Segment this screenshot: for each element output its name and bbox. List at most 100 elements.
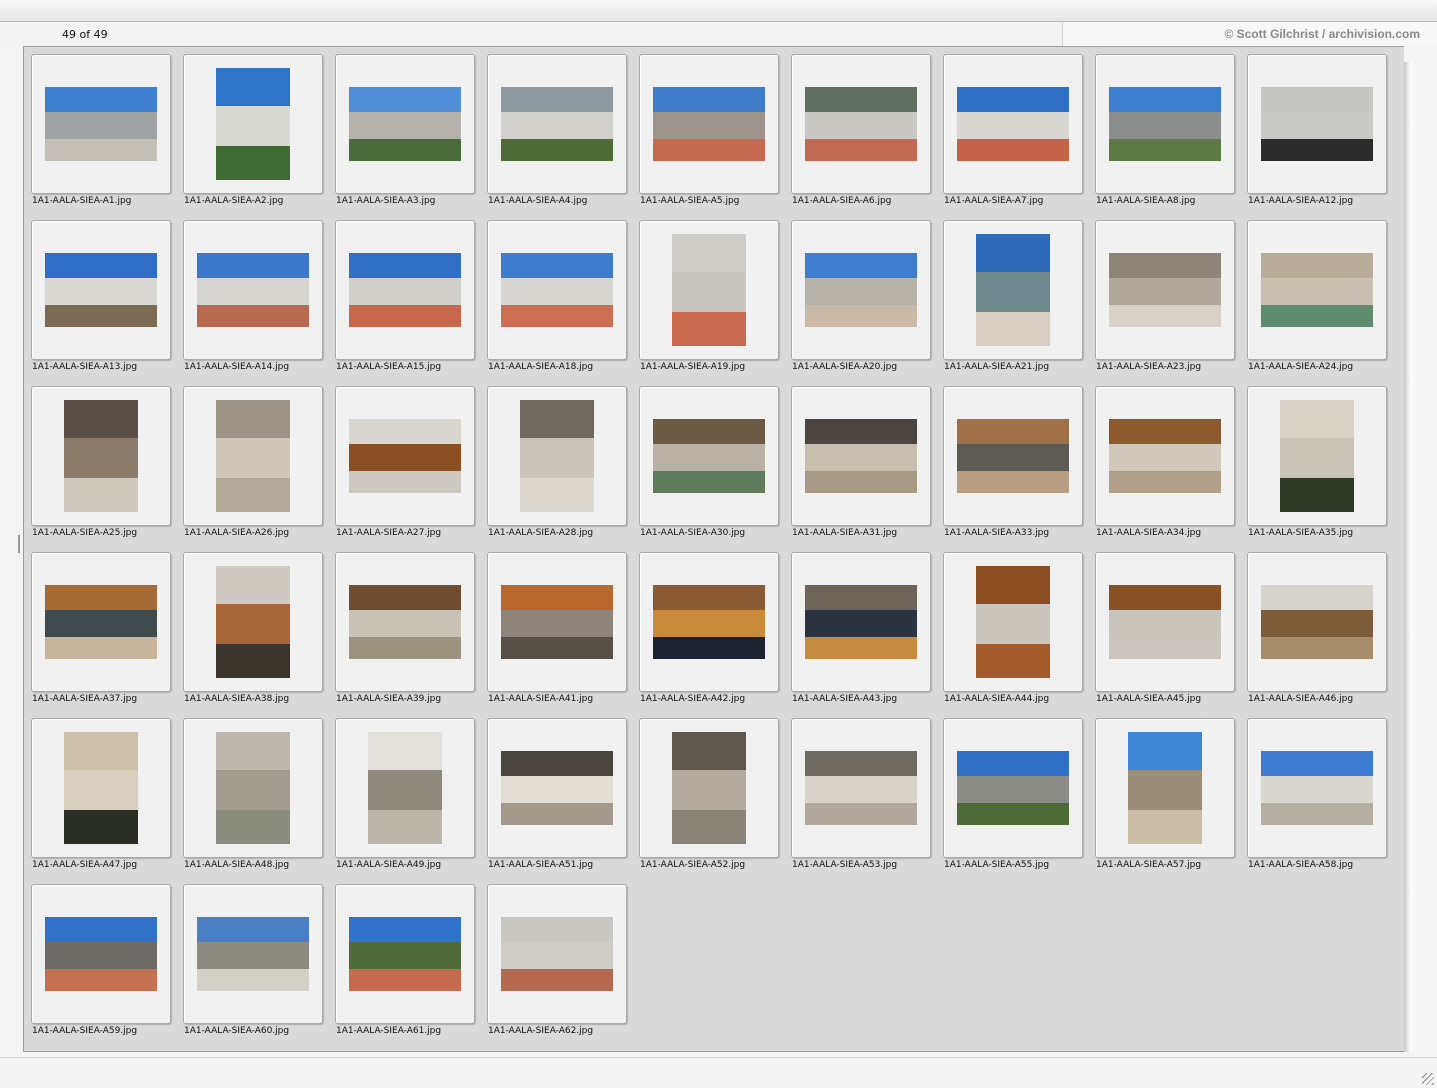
- slide-frame[interactable]: [1095, 386, 1235, 526]
- thumbnail-image[interactable]: [1109, 87, 1221, 161]
- thumbnail-item[interactable]: 1A1-AALA-SIEA-A19.jpg: [639, 220, 779, 380]
- slide-frame[interactable]: [943, 386, 1083, 526]
- slide-frame[interactable]: [487, 552, 627, 692]
- thumbnail-item[interactable]: 1A1-AALA-SIEA-A47.jpg: [31, 718, 171, 878]
- thumbnail-image[interactable]: [1109, 253, 1221, 327]
- thumbnail-image[interactable]: [672, 234, 746, 346]
- slide-frame[interactable]: [487, 386, 627, 526]
- slide-frame[interactable]: [639, 220, 779, 360]
- thumbnail-image[interactable]: [349, 419, 461, 493]
- slide-frame[interactable]: [1247, 552, 1387, 692]
- thumbnail-item[interactable]: 1A1-AALA-SIEA-A7.jpg: [943, 54, 1083, 214]
- thumbnail-image[interactable]: [45, 585, 157, 659]
- thumbnail-item[interactable]: 1A1-AALA-SIEA-A1.jpg: [31, 54, 171, 214]
- thumbnail-image[interactable]: [976, 566, 1050, 678]
- slide-frame[interactable]: [943, 54, 1083, 194]
- thumbnail-item[interactable]: 1A1-AALA-SIEA-A55.jpg: [943, 718, 1083, 878]
- slide-frame[interactable]: [943, 718, 1083, 858]
- thumbnail-item[interactable]: 1A1-AALA-SIEA-A59.jpg: [31, 884, 171, 1044]
- thumbnail-image[interactable]: [1109, 419, 1221, 493]
- slide-frame[interactable]: [639, 386, 779, 526]
- slide-frame[interactable]: [335, 386, 475, 526]
- thumbnail-item[interactable]: 1A1-AALA-SIEA-A31.jpg: [791, 386, 931, 546]
- slide-frame[interactable]: [1095, 718, 1235, 858]
- thumbnail-image[interactable]: [1128, 732, 1202, 844]
- thumbnail-item[interactable]: 1A1-AALA-SIEA-A2.jpg: [183, 54, 323, 214]
- thumbnail-image[interactable]: [501, 751, 613, 825]
- slide-frame[interactable]: [183, 718, 323, 858]
- thumbnail-item[interactable]: 1A1-AALA-SIEA-A42.jpg: [639, 552, 779, 712]
- thumbnail-item[interactable]: 1A1-AALA-SIEA-A35.jpg: [1247, 386, 1387, 546]
- thumbnail-image[interactable]: [1280, 400, 1354, 512]
- thumbnail-image[interactable]: [64, 400, 138, 512]
- slide-frame[interactable]: [1247, 386, 1387, 526]
- thumbnail-item[interactable]: 1A1-AALA-SIEA-A21.jpg: [943, 220, 1083, 380]
- thumbnail-image[interactable]: [653, 585, 765, 659]
- thumbnail-image[interactable]: [216, 68, 290, 180]
- thumbnail-image[interactable]: [805, 751, 917, 825]
- slide-frame[interactable]: [1095, 54, 1235, 194]
- thumbnail-item[interactable]: 1A1-AALA-SIEA-A20.jpg: [791, 220, 931, 380]
- thumbnail-image[interactable]: [653, 419, 765, 493]
- thumbnail-image[interactable]: [805, 253, 917, 327]
- slide-frame[interactable]: [183, 884, 323, 1024]
- thumbnail-item[interactable]: 1A1-AALA-SIEA-A46.jpg: [1247, 552, 1387, 712]
- slide-frame[interactable]: [791, 220, 931, 360]
- slide-frame[interactable]: [183, 386, 323, 526]
- thumbnail-item[interactable]: 1A1-AALA-SIEA-A30.jpg: [639, 386, 779, 546]
- thumbnail-image[interactable]: [197, 917, 309, 991]
- thumbnail-item[interactable]: 1A1-AALA-SIEA-A26.jpg: [183, 386, 323, 546]
- thumbnail-image[interactable]: [957, 87, 1069, 161]
- thumbnail-image[interactable]: [957, 751, 1069, 825]
- thumbnail-item[interactable]: 1A1-AALA-SIEA-A58.jpg: [1247, 718, 1387, 878]
- thumbnail-image[interactable]: [520, 400, 594, 512]
- thumbnail-item[interactable]: 1A1-AALA-SIEA-A4.jpg: [487, 54, 627, 214]
- thumbnail-image[interactable]: [216, 400, 290, 512]
- thumbnail-image[interactable]: [501, 917, 613, 991]
- thumbnail-item[interactable]: 1A1-AALA-SIEA-A34.jpg: [1095, 386, 1235, 546]
- thumbnail-item[interactable]: 1A1-AALA-SIEA-A28.jpg: [487, 386, 627, 546]
- thumbnail-image[interactable]: [957, 419, 1069, 493]
- thumbnail-image[interactable]: [501, 585, 613, 659]
- slide-frame[interactable]: [487, 884, 627, 1024]
- thumbnail-item[interactable]: 1A1-AALA-SIEA-A24.jpg: [1247, 220, 1387, 380]
- slide-frame[interactable]: [335, 884, 475, 1024]
- resize-grip-icon[interactable]: [1422, 1073, 1434, 1085]
- slide-frame[interactable]: [487, 220, 627, 360]
- thumbnail-image[interactable]: [349, 585, 461, 659]
- slide-frame[interactable]: [943, 552, 1083, 692]
- thumbnail-item[interactable]: 1A1-AALA-SIEA-A3.jpg: [335, 54, 475, 214]
- slide-frame[interactable]: [31, 220, 171, 360]
- slide-frame[interactable]: [335, 718, 475, 858]
- thumbnail-item[interactable]: 1A1-AALA-SIEA-A13.jpg: [31, 220, 171, 380]
- slide-frame[interactable]: [31, 884, 171, 1024]
- thumbnail-image[interactable]: [805, 419, 917, 493]
- slide-frame[interactable]: [31, 552, 171, 692]
- slide-frame[interactable]: [943, 220, 1083, 360]
- slide-frame[interactable]: [639, 718, 779, 858]
- thumbnail-item[interactable]: 1A1-AALA-SIEA-A48.jpg: [183, 718, 323, 878]
- thumbnail-image[interactable]: [672, 732, 746, 844]
- thumbnail-image[interactable]: [805, 87, 917, 161]
- thumbnail-item[interactable]: 1A1-AALA-SIEA-A51.jpg: [487, 718, 627, 878]
- slide-frame[interactable]: [791, 54, 931, 194]
- thumbnail-item[interactable]: 1A1-AALA-SIEA-A5.jpg: [639, 54, 779, 214]
- slide-frame[interactable]: [1095, 552, 1235, 692]
- slide-frame[interactable]: [487, 54, 627, 194]
- thumbnail-image[interactable]: [1261, 253, 1373, 327]
- slide-frame[interactable]: [183, 220, 323, 360]
- thumbnail-item[interactable]: 1A1-AALA-SIEA-A49.jpg: [335, 718, 475, 878]
- thumbnail-image[interactable]: [1261, 751, 1373, 825]
- thumbnail-item[interactable]: 1A1-AALA-SIEA-A38.jpg: [183, 552, 323, 712]
- thumbnail-item[interactable]: 1A1-AALA-SIEA-A27.jpg: [335, 386, 475, 546]
- thumbnail-item[interactable]: 1A1-AALA-SIEA-A12.jpg: [1247, 54, 1387, 214]
- thumbnail-item[interactable]: 1A1-AALA-SIEA-A57.jpg: [1095, 718, 1235, 878]
- slide-frame[interactable]: [1247, 220, 1387, 360]
- slide-frame[interactable]: [335, 54, 475, 194]
- slide-frame[interactable]: [1247, 718, 1387, 858]
- thumbnail-item[interactable]: 1A1-AALA-SIEA-A6.jpg: [791, 54, 931, 214]
- slide-frame[interactable]: [183, 552, 323, 692]
- thumbnail-item[interactable]: 1A1-AALA-SIEA-A44.jpg: [943, 552, 1083, 712]
- slide-frame[interactable]: [335, 220, 475, 360]
- thumbnail-item[interactable]: 1A1-AALA-SIEA-A33.jpg: [943, 386, 1083, 546]
